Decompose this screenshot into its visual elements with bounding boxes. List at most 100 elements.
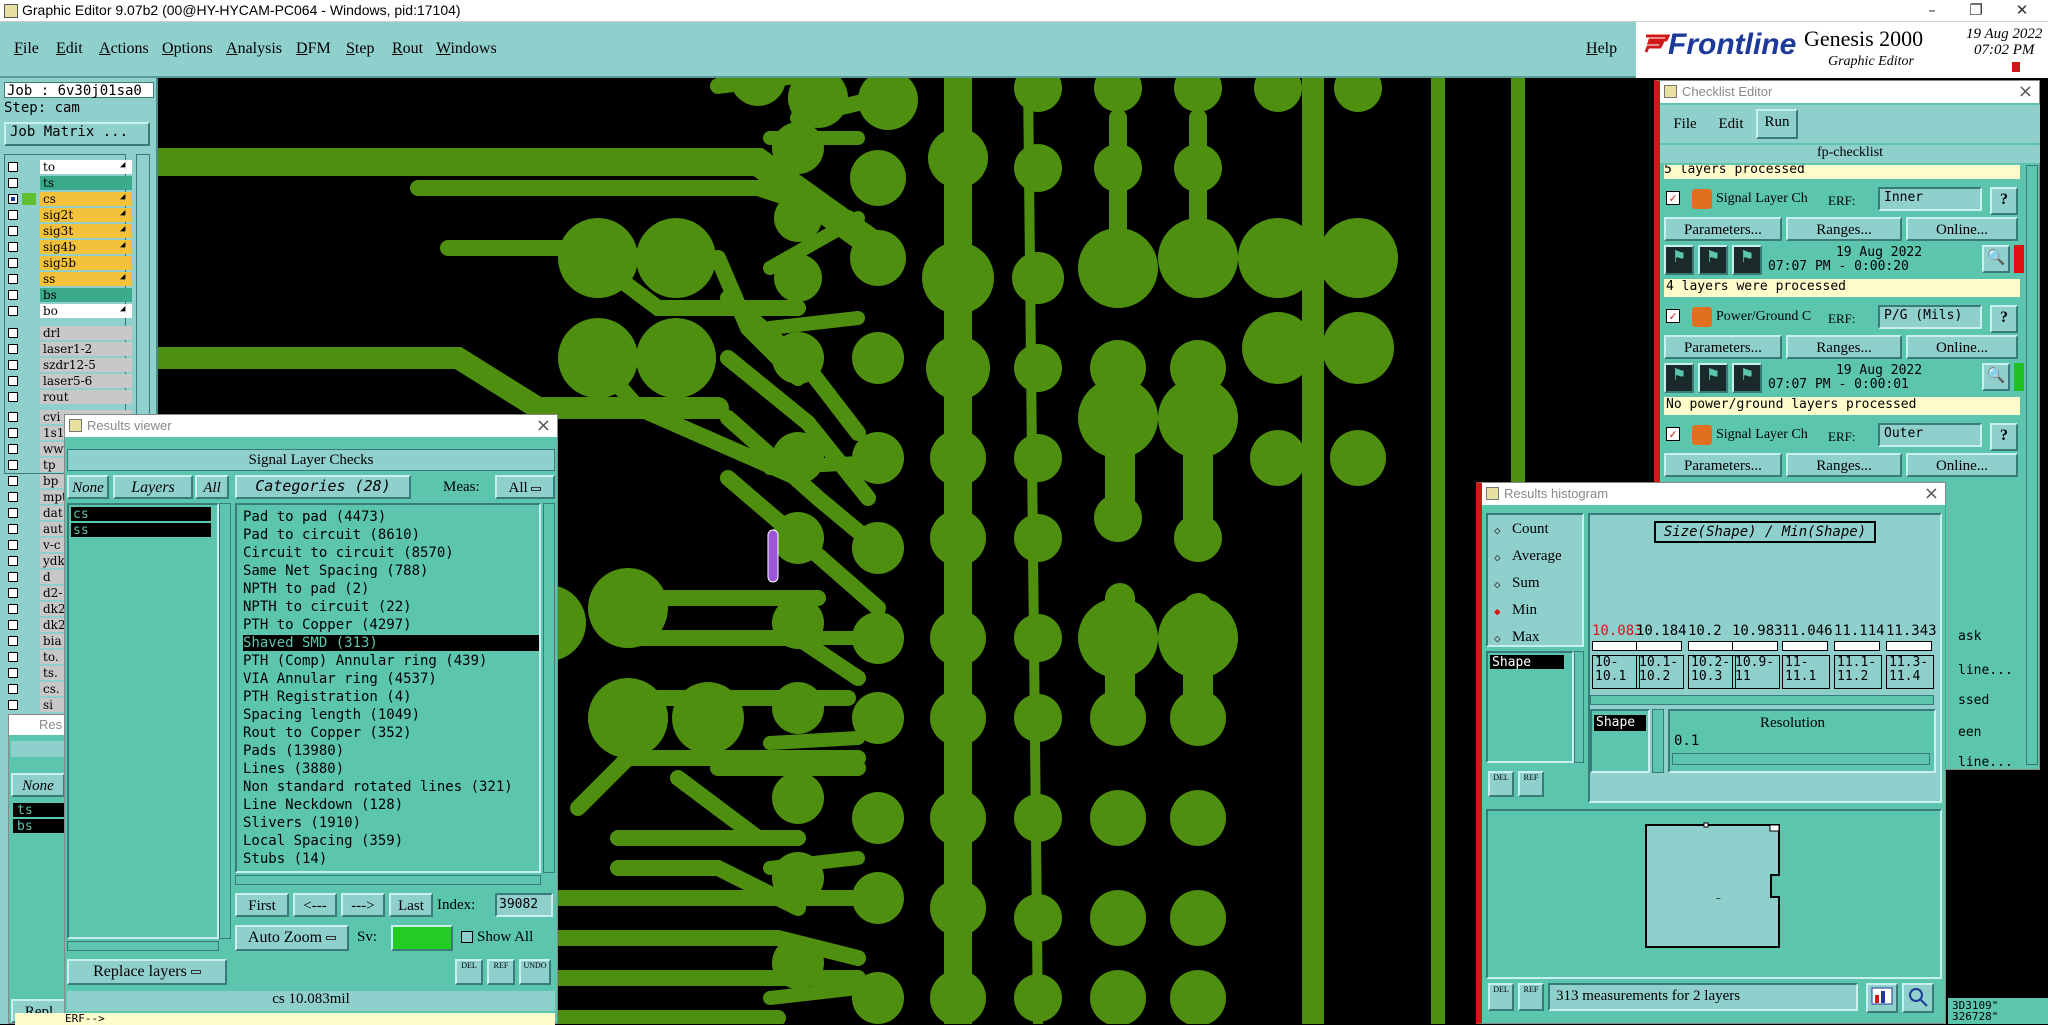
parameters-button[interactable]: Parameters... <box>1664 335 1782 359</box>
category-item[interactable]: Line Neckdown (128) <box>243 797 403 813</box>
layer-checkbox[interactable] <box>8 392 18 402</box>
category-scrollbar[interactable] <box>543 503 555 873</box>
category-item[interactable]: Non standard rotated lines (321) <box>243 779 513 795</box>
shape-scrollbar[interactable] <box>1574 651 1584 763</box>
help-button[interactable]: ? <box>1990 423 2018 451</box>
online-button[interactable]: Online... <box>1906 335 2018 359</box>
histogram-bar[interactable] <box>1732 641 1778 651</box>
layer-row-main-6[interactable]: sig5b <box>8 256 132 271</box>
highlighted-feature[interactable] <box>767 529 779 583</box>
category-item[interactable]: Shaved SMD (313) <box>243 635 539 651</box>
shape-field-scrollbar[interactable] <box>1652 709 1664 773</box>
category-item[interactable]: Pad to circuit (8610) <box>243 527 420 543</box>
close-icon[interactable]: × <box>1924 483 1939 504</box>
preview-del-button[interactable]: DEL <box>1488 983 1514 1011</box>
ranges-button[interactable]: Ranges... <box>1786 217 1902 241</box>
layer-checkbox[interactable] <box>8 328 18 338</box>
prev-button[interactable]: <--- <box>293 893 337 917</box>
category-item[interactable]: NPTH to circuit (22) <box>243 599 412 615</box>
layer-checkbox[interactable] <box>8 556 18 566</box>
menu-edit[interactable]: Edit <box>56 40 83 58</box>
layer-checkbox[interactable] <box>8 360 18 370</box>
checklist-menu-run[interactable]: Run <box>1756 109 1798 139</box>
layer-checkbox[interactable] <box>8 290 18 300</box>
none-button[interactable]: None <box>67 475 109 499</box>
category-item[interactable]: Stubs (14) <box>243 851 327 867</box>
layer-name[interactable]: to <box>40 160 132 174</box>
layer-row-drill-3[interactable]: laser5-6 <box>8 374 132 389</box>
layer-checkbox[interactable] <box>8 194 18 204</box>
aggregate-option-count[interactable]: ◇ Count <box>1494 521 1584 541</box>
replace-layers-dropdown[interactable]: Replace layers <box>67 959 227 985</box>
category-hscrollbar[interactable] <box>235 875 541 885</box>
category-item[interactable]: PTH (Comp) Annular ring (439) <box>243 653 487 669</box>
online-button[interactable]: Online... <box>1906 217 2018 241</box>
online-button[interactable]: Online... <box>1906 453 2018 477</box>
ranges-button[interactable]: Ranges... <box>1786 335 1902 359</box>
menu-windows[interactable]: Windows <box>436 40 497 58</box>
job-matrix-button[interactable]: Job Matrix ... <box>4 122 150 146</box>
layer-name[interactable]: drl <box>40 326 132 340</box>
menu-actions[interactable]: Actions <box>99 40 149 58</box>
layer-row-drill-1[interactable]: laser1-2 <box>8 342 132 357</box>
last-button[interactable]: Last <box>389 893 433 917</box>
help-button[interactable]: ? <box>1990 305 2018 333</box>
category-item[interactable]: Local Spacing (359) <box>243 833 403 849</box>
layer-checkbox[interactable] <box>8 178 18 188</box>
first-button[interactable]: First <box>235 893 289 917</box>
histogram-bar[interactable] <box>1834 641 1880 651</box>
ref-button[interactable]: REF <box>487 959 515 985</box>
category-item[interactable]: Lines (3880) <box>243 761 344 777</box>
layer-checkbox[interactable] <box>8 376 18 386</box>
menu-step[interactable]: Step <box>346 40 374 58</box>
checklist-menu-edit[interactable]: Edit <box>1710 111 1752 139</box>
result-layer-ss[interactable]: ss <box>71 523 211 538</box>
layer-checkbox[interactable] <box>8 226 18 236</box>
run-icon[interactable]: ⚑ <box>1664 245 1694 275</box>
category-item[interactable]: Same Net Spacing (788) <box>243 563 428 579</box>
help-button[interactable]: ? <box>1990 187 2018 215</box>
layer-checkbox[interactable] <box>8 460 18 470</box>
layer-checkbox[interactable] <box>8 162 18 172</box>
layer-checkbox[interactable] <box>8 588 18 598</box>
menu-rout[interactable]: Rout <box>392 40 423 58</box>
run-icon[interactable]: ⚑ <box>1664 363 1694 393</box>
meas-dropdown[interactable]: All <box>495 475 555 499</box>
erf-value[interactable]: P/G (Mils) <box>1878 305 1982 329</box>
result-layer-cs[interactable]: cs <box>71 507 211 522</box>
sv-color-dropdown[interactable] <box>391 925 453 951</box>
run-step-icon[interactable]: ⚑ <box>1732 363 1762 393</box>
aggregate-option-sum[interactable]: ◇ Sum <box>1494 575 1584 595</box>
layer-checkbox[interactable] <box>8 210 18 220</box>
category-item[interactable]: NPTH to pad (2) <box>243 581 369 597</box>
shape-list[interactable]: Shape <box>1486 651 1574 763</box>
layer-name[interactable]: bs <box>40 288 132 302</box>
ranges-button[interactable]: Ranges... <box>1786 453 1902 477</box>
category-item[interactable]: Slivers (1910) <box>243 815 361 831</box>
layer-checkbox[interactable] <box>8 684 18 694</box>
layer-name[interactable]: ts <box>40 176 132 190</box>
layer-checkbox[interactable] <box>8 476 18 486</box>
aggregate-option-max[interactable]: ◇ Max <box>1494 629 1584 649</box>
auto-zoom-dropdown[interactable]: Auto Zoom <box>235 925 349 951</box>
layer-name[interactable]: ss <box>40 272 132 286</box>
layer-row-main-7[interactable]: ss ◢ <box>8 272 132 287</box>
aggregate-option-average[interactable]: ◇ Average <box>1494 548 1584 568</box>
layer-name[interactable]: laser1-2 <box>40 342 132 356</box>
resolution-slider[interactable] <box>1672 753 1930 765</box>
layer-name[interactable]: szdr12-5 <box>40 358 132 372</box>
layer-row-drill-0[interactable]: drl <box>8 326 132 341</box>
layer-name[interactable]: sig5b <box>40 256 132 270</box>
layer-name[interactable]: cs <box>40 192 132 206</box>
menu-options[interactable]: Options <box>162 40 213 58</box>
category-item[interactable]: PTH Registration (4) <box>243 689 412 705</box>
layer-checkbox[interactable] <box>8 700 18 710</box>
minimize-icon[interactable]: – <box>1922 1 1942 21</box>
undo-button[interactable]: UNDO <box>519 959 551 985</box>
close-icon[interactable]: × <box>2018 81 2033 102</box>
check-enable-checkbox[interactable]: ✓ <box>1666 427 1680 441</box>
run-all-icon[interactable]: ⚑ <box>1698 363 1728 393</box>
close-icon[interactable]: ✕ <box>2012 1 2032 21</box>
categories-button[interactable]: Categories (28) <box>235 475 411 499</box>
category-item[interactable]: PTH to Copper (4297) <box>243 617 412 633</box>
